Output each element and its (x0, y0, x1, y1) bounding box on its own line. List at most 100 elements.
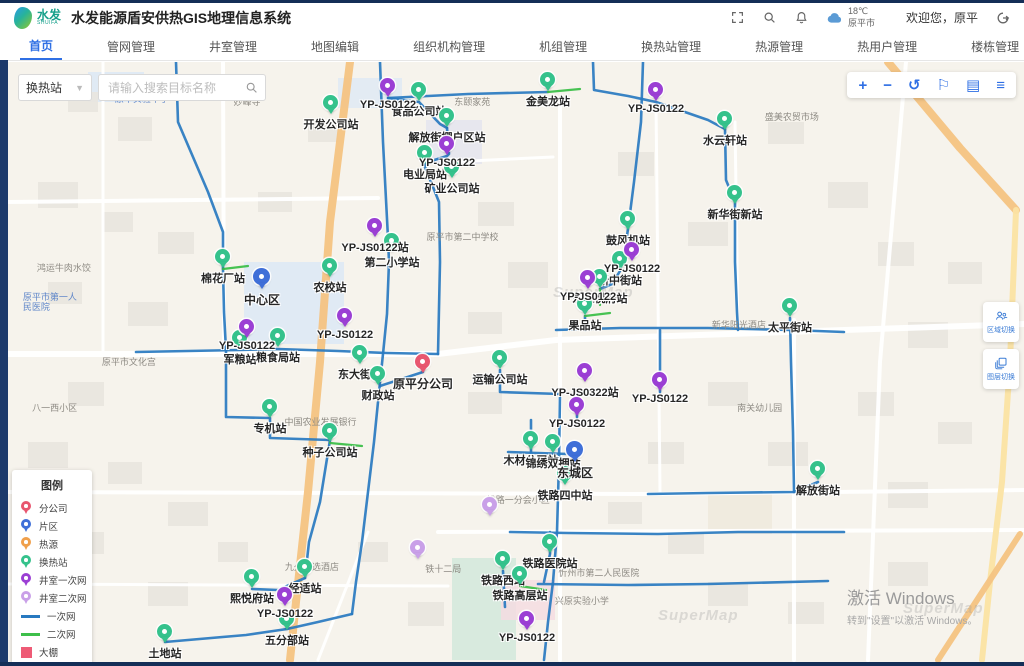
tab-5[interactable]: 组织机构管理 (404, 32, 494, 60)
marker-label: 财政站 (362, 387, 395, 403)
map-place-label: 盛美农贸市场 (765, 110, 819, 123)
marker-label: 军粮站 (224, 351, 257, 367)
tab-3[interactable]: 井室管理 (200, 32, 266, 60)
layers-button[interactable]: ▤ (966, 78, 980, 93)
search-category-value: 换热站 (26, 79, 62, 96)
bell-icon[interactable] (794, 10, 809, 25)
tab-9[interactable]: 热用户管理 (848, 32, 926, 60)
fullscreen-icon[interactable] (730, 10, 745, 25)
marker-label: 太平街站 (768, 319, 812, 335)
window-frame-bottom (0, 662, 1024, 666)
legend-pin-icon (21, 573, 32, 587)
chevron-down-icon: ▼ (75, 83, 84, 93)
reset-view-button[interactable]: ↺ (908, 78, 921, 93)
nav-tabs: 首页 管网管理 井室管理 地图编辑 组织机构管理 机组管理 换热站管理 热源管理 热用户管理 楼栋… (0, 32, 1024, 61)
marker-label: 中心区 (244, 291, 280, 308)
legend-item-label: 大棚 (39, 645, 58, 659)
marker-label: 第二小学站 (365, 254, 420, 270)
legend-line-icon (21, 633, 40, 636)
legend-pin-icon (21, 591, 32, 605)
marker-label: 新华街新站 (708, 206, 763, 222)
legend-title: 图例 (21, 477, 83, 493)
legend-item-label: 热源 (39, 537, 58, 551)
tab-6[interactable]: 机组管理 (530, 32, 596, 60)
pin-tail (486, 510, 494, 520)
layer-switch-button[interactable]: 图层切换 (983, 349, 1019, 389)
legend-item: 一次网 (21, 607, 83, 625)
weather-city: 原平市 (848, 18, 875, 29)
marker-label: 铁路四中站 (538, 487, 593, 503)
tile-watermark: SuperMap (658, 607, 739, 624)
marker-label: 矿业公司站 (425, 180, 480, 196)
legend-item: 井室一次网 (21, 571, 83, 589)
marker-label: YP-JS0122 (499, 632, 555, 644)
marker-label: 土地站 (149, 645, 182, 661)
legend-line-icon (21, 615, 40, 618)
search-input[interactable] (106, 80, 245, 96)
tab-4[interactable]: 地图编辑 (302, 32, 368, 60)
weather-temp: 18℃ (848, 6, 875, 17)
region-switch-label: 区域切换 (987, 325, 1015, 335)
watermark-line1: 激活 Windows (847, 584, 977, 609)
marker-label: 铁路高层站 (493, 587, 548, 603)
tab-2[interactable]: 管网管理 (98, 32, 164, 60)
zoom-in-button[interactable]: + (858, 78, 867, 93)
tab-1[interactable]: 首页 (20, 32, 62, 60)
marker-label: YP-JS0122 (549, 418, 605, 430)
marker-label: YP-JS0122 (419, 157, 475, 169)
marker-label: 经适站 (289, 580, 322, 596)
marker-label: 五分部站 (265, 632, 309, 648)
tab-7[interactable]: 换热站管理 (632, 32, 710, 60)
map-place-label: 原平市第二中学校 (427, 230, 499, 243)
window-frame-top (0, 0, 1024, 3)
legend-pin-icon (21, 555, 32, 569)
legend-item: 二次网 (21, 625, 83, 643)
measure-button[interactable]: ⚐ (937, 78, 950, 93)
map-place-label: 南关幼儿园 (737, 401, 782, 414)
legend-item: 分公司 (21, 499, 83, 517)
marker-label: 东城区 (557, 464, 593, 481)
marker-label: 金美龙站 (526, 93, 570, 109)
marker-label: 农校站 (314, 279, 347, 295)
search-input-wrap (98, 74, 266, 101)
search-icon[interactable] (762, 10, 777, 25)
marker-label: 原平分公司 (393, 375, 453, 392)
map-place-label: 原平市第一人民医院 (23, 292, 81, 313)
marker-label: 果品站 (569, 317, 602, 333)
search-category-select[interactable]: 换热站 ▼ (18, 74, 92, 101)
marker-label: YP-JS0122 (257, 608, 313, 620)
zoom-out-button[interactable]: − (883, 78, 892, 93)
map-place-label: 东颐家苑 (454, 95, 490, 108)
region-switch-button[interactable]: 区域切换 (983, 302, 1019, 342)
weather-widget: 18℃ 原平市 (826, 6, 875, 29)
legend-item-label: 换热站 (39, 555, 68, 569)
map-place-label: 八一西小区 (32, 401, 77, 414)
legend-list-button[interactable]: ≡ (996, 78, 1005, 93)
marker-label: YP-JS0322站 (551, 384, 618, 400)
search-input-icon[interactable] (245, 81, 258, 94)
marker-label: YP-JS0122 (632, 393, 688, 405)
map-canvas[interactable]: 换热站 ▼ +−↺⚐▤≡ 区域切换图层切换 图例 分公司片区热源换热站井室一次网… (8, 62, 1024, 662)
legend-item-label: 一次网 (47, 609, 76, 623)
legend-item: 井室二次网 (21, 589, 83, 607)
legend-item-label: 井室二次网 (39, 591, 87, 605)
map-toolbar: + − ↺ ⚐ ▤ ≡ (847, 72, 1016, 98)
page-title: 水发能源盾安供热GIS地理信息系统 (71, 8, 291, 28)
legend-item-label: 井室一次网 (39, 573, 87, 587)
window-frame-left (0, 60, 8, 666)
map-place-label: 铁十二局 (425, 562, 461, 575)
logo-en: SHUIFA (37, 21, 61, 26)
marker-label: 运输公司站 (473, 371, 528, 387)
tab-8[interactable]: 热源管理 (746, 32, 812, 60)
welcome-text: 欢迎您，原平 (906, 9, 978, 26)
legend-pin-icon (21, 501, 32, 515)
map-place-label: 鸿运牛肉水饺 (37, 261, 91, 274)
legend-item: 换热站 (21, 553, 83, 571)
marker-label: YP-JS0122 (604, 263, 660, 275)
pin-tail (414, 553, 422, 563)
logo-text: 水发 SHUIFA (37, 9, 61, 26)
marker-label: YP-JS0122 (219, 340, 275, 352)
logout-icon[interactable] (995, 10, 1010, 25)
marker-label: 铁路医院站 (523, 555, 578, 571)
tab-10[interactable]: 楼栋管理 (962, 32, 1024, 60)
